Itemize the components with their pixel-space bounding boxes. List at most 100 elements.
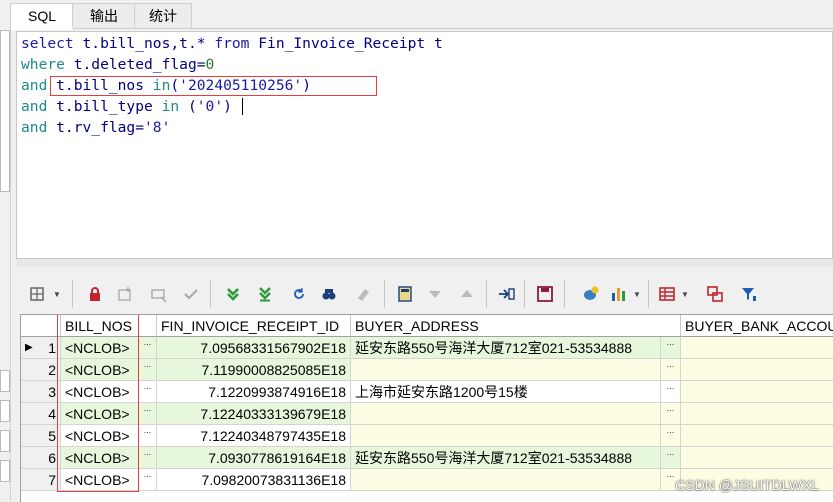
- chevron-down-icon[interactable]: ▼: [50, 283, 64, 305]
- cell-ellipsis-button[interactable]: ...: [661, 359, 681, 381]
- invoice-receipt-id-cell[interactable]: 7.1220993874916E18: [157, 381, 351, 403]
- cell-ellipsis-button[interactable]: ...: [139, 469, 157, 491]
- tab-label: 统计: [149, 8, 177, 24]
- cell-ellipsis-button[interactable]: ...: [661, 425, 681, 447]
- toolbar-separator: [524, 280, 525, 308]
- table-row[interactable]: ▶ 1 <NCLOB> ... 7.09568331567902E18 延安东路5…: [21, 337, 833, 359]
- row-number: 2: [21, 359, 61, 381]
- chevron-down-icon[interactable]: ▼: [630, 283, 644, 305]
- table-row[interactable]: 4 <NCLOB> ... 7.12240333139679E18 ...: [21, 403, 833, 425]
- column-header-fin-invoice-receipt-id[interactable]: FIN_INVOICE_RECEIPT_ID: [157, 315, 351, 337]
- sql-line-1: select t.bill_nos,t.* from Fin_Invoice_R…: [21, 35, 443, 52]
- grid-options-icon[interactable]: [26, 283, 48, 305]
- query-by-example-icon[interactable]: [318, 283, 340, 305]
- editor-tab-bar: SQL 输出 统计: [10, 0, 833, 30]
- buyer-address-cell[interactable]: 延安东路550号海洋大厦712室021-53534888: [351, 337, 661, 359]
- table-row[interactable]: 2 <NCLOB> ... 7.11990008825085E18 ...: [21, 359, 833, 381]
- export-icon[interactable]: [496, 283, 518, 305]
- buyer-address-cell[interactable]: [351, 359, 661, 381]
- chart-icon[interactable]: [608, 283, 630, 305]
- pane-splitter[interactable]: [16, 259, 833, 267]
- toolbar-separator: [72, 280, 73, 308]
- cell-ellipsis-button[interactable]: ...: [661, 381, 681, 403]
- cell-ellipsis-button[interactable]: ...: [661, 337, 681, 359]
- cell-ellipsis-button[interactable]: ...: [661, 403, 681, 425]
- previous-record-icon[interactable]: [424, 283, 446, 305]
- clear-record-icon[interactable]: [352, 283, 374, 305]
- compare-icon[interactable]: [704, 283, 726, 305]
- row-number-header: [21, 315, 61, 337]
- left-control[interactable]: [0, 370, 10, 392]
- column-highlight-box: [57, 315, 139, 492]
- save-icon[interactable]: [534, 283, 556, 305]
- text-caret: [242, 98, 243, 115]
- fetch-last-icon[interactable]: [254, 283, 276, 305]
- toolbar-separator: [210, 280, 211, 308]
- buyer-address-cell[interactable]: [351, 425, 661, 447]
- left-scrollbar[interactable]: [0, 30, 10, 192]
- cell-ellipsis-button[interactable]: ...: [139, 403, 157, 425]
- buyer-bank-account-cell[interactable]: [681, 425, 833, 447]
- cell-ellipsis-button[interactable]: ...: [139, 425, 157, 447]
- cell-ellipsis-button[interactable]: ...: [139, 381, 157, 403]
- tab-output[interactable]: 输出: [72, 3, 136, 28]
- buyer-bank-account-cell[interactable]: [681, 337, 833, 359]
- invoice-receipt-id-cell[interactable]: 7.11990008825085E18: [157, 359, 351, 381]
- result-grid: BILL_NOS FIN_INVOICE_RECEIPT_ID BUYER_AD…: [20, 314, 833, 502]
- invoice-receipt-id-cell[interactable]: 7.09820073831136E18: [157, 469, 351, 491]
- sql-line-2: where t.deleted_flag=0: [21, 56, 215, 73]
- invoice-receipt-id-cell[interactable]: 7.12240333139679E18: [157, 403, 351, 425]
- sql-editor[interactable]: select t.bill_nos,t.* from Fin_Invoice_R…: [16, 31, 833, 259]
- sql-line-5: and t.rv_flag='8': [21, 119, 171, 136]
- next-record-icon[interactable]: [456, 283, 478, 305]
- row-number: 4: [21, 403, 61, 425]
- lock-icon[interactable]: [84, 283, 106, 305]
- invoice-receipt-id-cell[interactable]: 7.12240348797435E18: [157, 425, 351, 447]
- refresh-icon[interactable]: [288, 283, 310, 305]
- save-to-file-icon[interactable]: [394, 283, 416, 305]
- row-number: 5: [21, 425, 61, 447]
- tab-statistics[interactable]: 统计: [134, 3, 192, 28]
- buyer-address-cell[interactable]: 上海市延安东路1200号15楼: [351, 381, 661, 403]
- cell-ellipsis-button[interactable]: ...: [139, 447, 157, 469]
- left-control[interactable]: [0, 430, 10, 452]
- buyer-bank-account-cell[interactable]: [681, 447, 833, 469]
- invoice-receipt-id-cell[interactable]: 7.0930778619164E18: [157, 447, 351, 469]
- post-changes-icon[interactable]: [180, 283, 202, 305]
- delete-record-icon[interactable]: [148, 283, 170, 305]
- buyer-address-cell[interactable]: [351, 403, 661, 425]
- fetch-next-icon[interactable]: [222, 283, 244, 305]
- cell-ellipsis-button[interactable]: ...: [139, 359, 157, 381]
- buyer-bank-account-cell[interactable]: [681, 381, 833, 403]
- left-control[interactable]: [0, 400, 10, 422]
- column-header-buyer-bank-account[interactable]: BUYER_BANK_ACCOUN: [681, 315, 833, 337]
- watermark: CSDN @JSUITDLWXL: [675, 477, 819, 493]
- table-view-icon[interactable]: [656, 283, 678, 305]
- cell-ellipsis-button[interactable]: ...: [661, 447, 681, 469]
- highlight-box: [50, 76, 377, 96]
- left-panel-strip: [0, 0, 11, 501]
- column-header-buyer-address[interactable]: BUYER_ADDRESS: [351, 315, 681, 337]
- buyer-bank-account-cell[interactable]: [681, 359, 833, 381]
- left-control[interactable]: [0, 460, 10, 482]
- chevron-down-icon[interactable]: ▼: [678, 283, 692, 305]
- table-row[interactable]: 3 <NCLOB> ... 7.1220993874916E18 上海市延安东路…: [21, 381, 833, 403]
- toolbar-separator: [648, 280, 649, 308]
- invoice-receipt-id-cell[interactable]: 7.09568331567902E18: [157, 337, 351, 359]
- buyer-address-cell[interactable]: [351, 469, 661, 491]
- buyer-address-cell[interactable]: 延安东路550号海洋大厦712室021-53534888: [351, 447, 661, 469]
- filter-icon[interactable]: [738, 283, 760, 305]
- row-number: 6: [21, 447, 61, 469]
- sql-line-4: and t.bill_type in ('0'): [21, 98, 232, 115]
- table-row[interactable]: 5 <NCLOB> ... 7.12240348797435E18 ...: [21, 425, 833, 447]
- buyer-bank-account-cell[interactable]: [681, 403, 833, 425]
- toolbar-separator: [384, 280, 385, 308]
- connect-icon[interactable]: [580, 283, 602, 305]
- add-record-icon[interactable]: [114, 283, 136, 305]
- tab-sql[interactable]: SQL: [10, 3, 74, 30]
- tab-label: 输出: [90, 8, 118, 24]
- table-row[interactable]: 6 <NCLOB> ... 7.0930778619164E18 延安东路550…: [21, 447, 833, 469]
- cell-ellipsis-button[interactable]: ...: [139, 337, 157, 359]
- row-number: 3: [21, 381, 61, 403]
- result-toolbar: ▼ ▼ ▼: [16, 275, 833, 313]
